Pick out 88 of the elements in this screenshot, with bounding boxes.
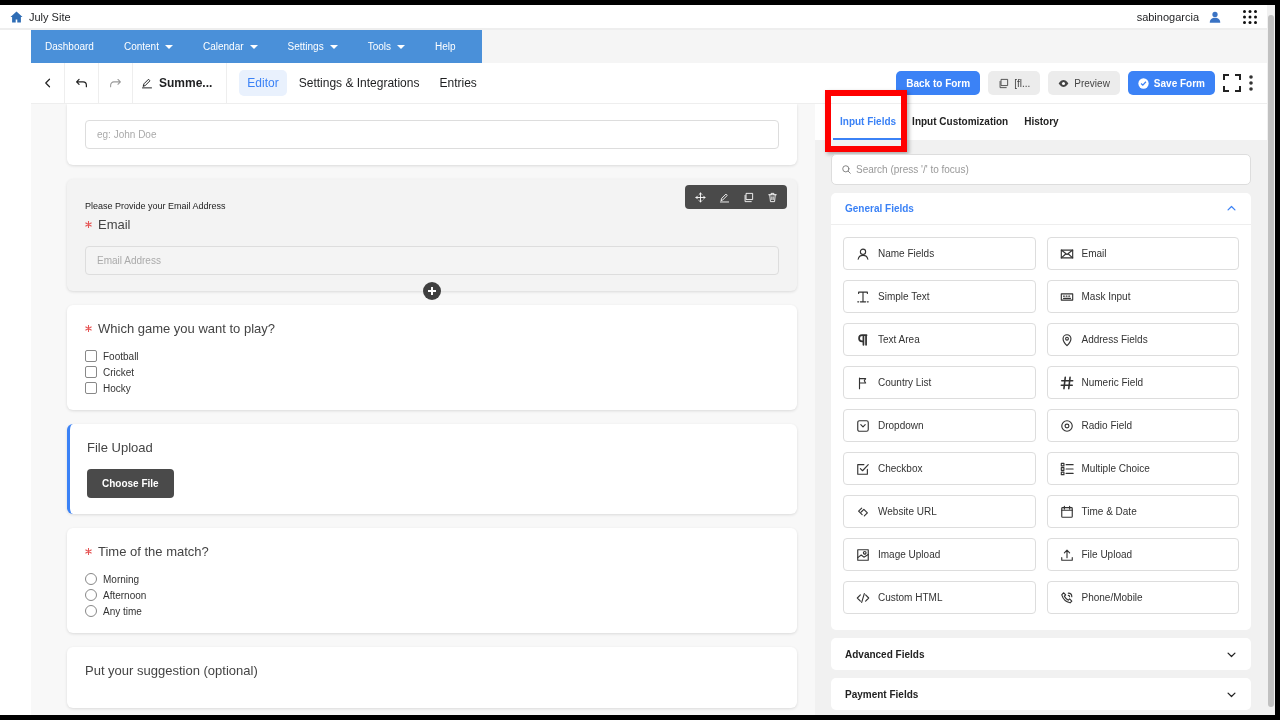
sidebar-tab[interactable]: Input Fields [833, 104, 904, 140]
group-title: Payment Fields [845, 688, 919, 700]
field-type-item[interactable]: Numeric Field [1046, 366, 1239, 399]
field-type-item[interactable]: Text Area [843, 323, 1036, 356]
field-type-item[interactable]: Mask Input [1046, 280, 1239, 313]
upload-icon [1059, 547, 1074, 562]
eye-icon [1058, 77, 1070, 89]
dropdown-icon [856, 418, 870, 433]
form-field-card[interactable]: Put your suggestion (optional) [67, 647, 797, 708]
group-header[interactable]: Payment Fields [831, 678, 1251, 710]
field-type-item[interactable]: Website URL [843, 495, 1036, 528]
group-title: General Fields [845, 203, 914, 214]
home-icon[interactable] [10, 10, 23, 23]
copy-icon [998, 77, 1010, 89]
calendar-icon [1059, 504, 1074, 519]
field-label: Put your suggestion (optional) [85, 663, 258, 678]
checkbox-icon [856, 461, 870, 476]
option-label: Any time [103, 605, 142, 617]
input-field[interactable]: Email Address [85, 246, 779, 275]
help-text: Please Provide your Email Address [85, 201, 227, 211]
option-label: Football [103, 350, 139, 362]
choose-file-button[interactable]: Choose File [87, 469, 174, 498]
scrollbar[interactable] [1267, 5, 1275, 715]
text-cursor-icon [856, 289, 870, 304]
code-icon [856, 590, 870, 605]
option-label: Cricket [103, 366, 135, 378]
field-label: Which game you want to play? [98, 321, 276, 336]
sidebar-tab[interactable]: Input Customization [905, 104, 1016, 140]
group-title: Advanced Fields [845, 648, 925, 660]
person-icon [856, 246, 870, 261]
sidebar-tab[interactable]: History [1017, 104, 1066, 140]
field-type-item[interactable]: Address Fields [1046, 323, 1239, 356]
editor-tab[interactable]: Entries [431, 70, 485, 96]
field-type-item[interactable]: Country List [843, 366, 1036, 399]
field-type-item[interactable]: Radio Field [1046, 409, 1239, 442]
search-field[interactable]: Search (press '/' to focus) [831, 154, 1251, 185]
site-title[interactable]: July Site [29, 10, 71, 23]
field-type-item[interactable]: Phone/Mobile [1046, 581, 1239, 614]
field-label: Email [98, 217, 131, 232]
back-to-form-button[interactable]: Back to Form [896, 71, 981, 95]
editor-tab[interactable]: Settings & Integrations [290, 70, 428, 96]
radio-icon [1059, 418, 1074, 433]
form-field-card[interactable]: Please Provide your Email Address Email Email Address [67, 179, 797, 291]
form-field-card[interactable]: eg: John Doe [67, 104, 797, 165]
apps-grid-icon[interactable] [1243, 9, 1257, 24]
list-icon [1059, 461, 1074, 476]
username[interactable]: sabinogarcia [1136, 10, 1199, 23]
phone-icon [1059, 590, 1074, 605]
checkbox[interactable] [85, 366, 97, 378]
input-field[interactable]: eg: John Doe [85, 120, 779, 149]
hash-icon [1059, 375, 1074, 390]
envelope-icon [1059, 246, 1074, 261]
check-circle-icon [1137, 77, 1149, 89]
link-icon [856, 504, 870, 519]
group-header[interactable]: Advanced Fields [831, 638, 1251, 670]
user-icon[interactable] [1209, 10, 1221, 23]
field-type-item[interactable]: Image Upload [843, 538, 1036, 571]
group-header[interactable]: General Fields [831, 193, 1251, 225]
shortcode-button[interactable]: [fl... [988, 71, 1041, 95]
option-label: Afternoon [103, 589, 147, 601]
preview-button[interactable]: Preview [1048, 71, 1120, 95]
image-icon [856, 547, 870, 562]
field-label: File Upload [87, 440, 153, 455]
field-type-item[interactable]: Time & Date [1046, 495, 1239, 528]
field-type-item[interactable]: Simple Text [843, 280, 1036, 313]
map-pin-icon [1059, 332, 1074, 347]
checkbox[interactable] [85, 382, 97, 394]
form-name-button[interactable]: Summe... [133, 63, 228, 103]
field-type-item[interactable]: File Upload [1046, 538, 1239, 571]
form-field-card[interactable]: File Upload Choose File [67, 424, 797, 514]
field-type-item[interactable]: Multiple Choice [1046, 452, 1239, 485]
form-field-card[interactable]: Which game you want to play? Football Cricket Hocky [67, 305, 797, 410]
checkbox[interactable] [85, 350, 97, 362]
paragraph-icon [856, 332, 870, 347]
option-label: Morning [103, 573, 140, 585]
field-type-item[interactable]: Dropdown [843, 409, 1036, 442]
field-type-item[interactable]: Checkbox [843, 452, 1036, 485]
save-form-button[interactable]: Save Form [1127, 71, 1215, 95]
more-options-icon[interactable] [1249, 75, 1253, 91]
pen-icon [141, 77, 153, 89]
field-type-item[interactable]: Name Fields [843, 237, 1036, 270]
option-label: Hocky [103, 382, 131, 394]
add-field-icon[interactable] [423, 282, 441, 300]
field-type-item[interactable]: Email [1046, 237, 1239, 270]
field-type-item[interactable]: Custom HTML [843, 581, 1036, 614]
form-field-card[interactable]: Time of the match? Morning Afternoon Any time [67, 528, 797, 633]
field-label: Time of the match? [98, 544, 209, 559]
fullscreen-icon[interactable] [1223, 74, 1241, 92]
